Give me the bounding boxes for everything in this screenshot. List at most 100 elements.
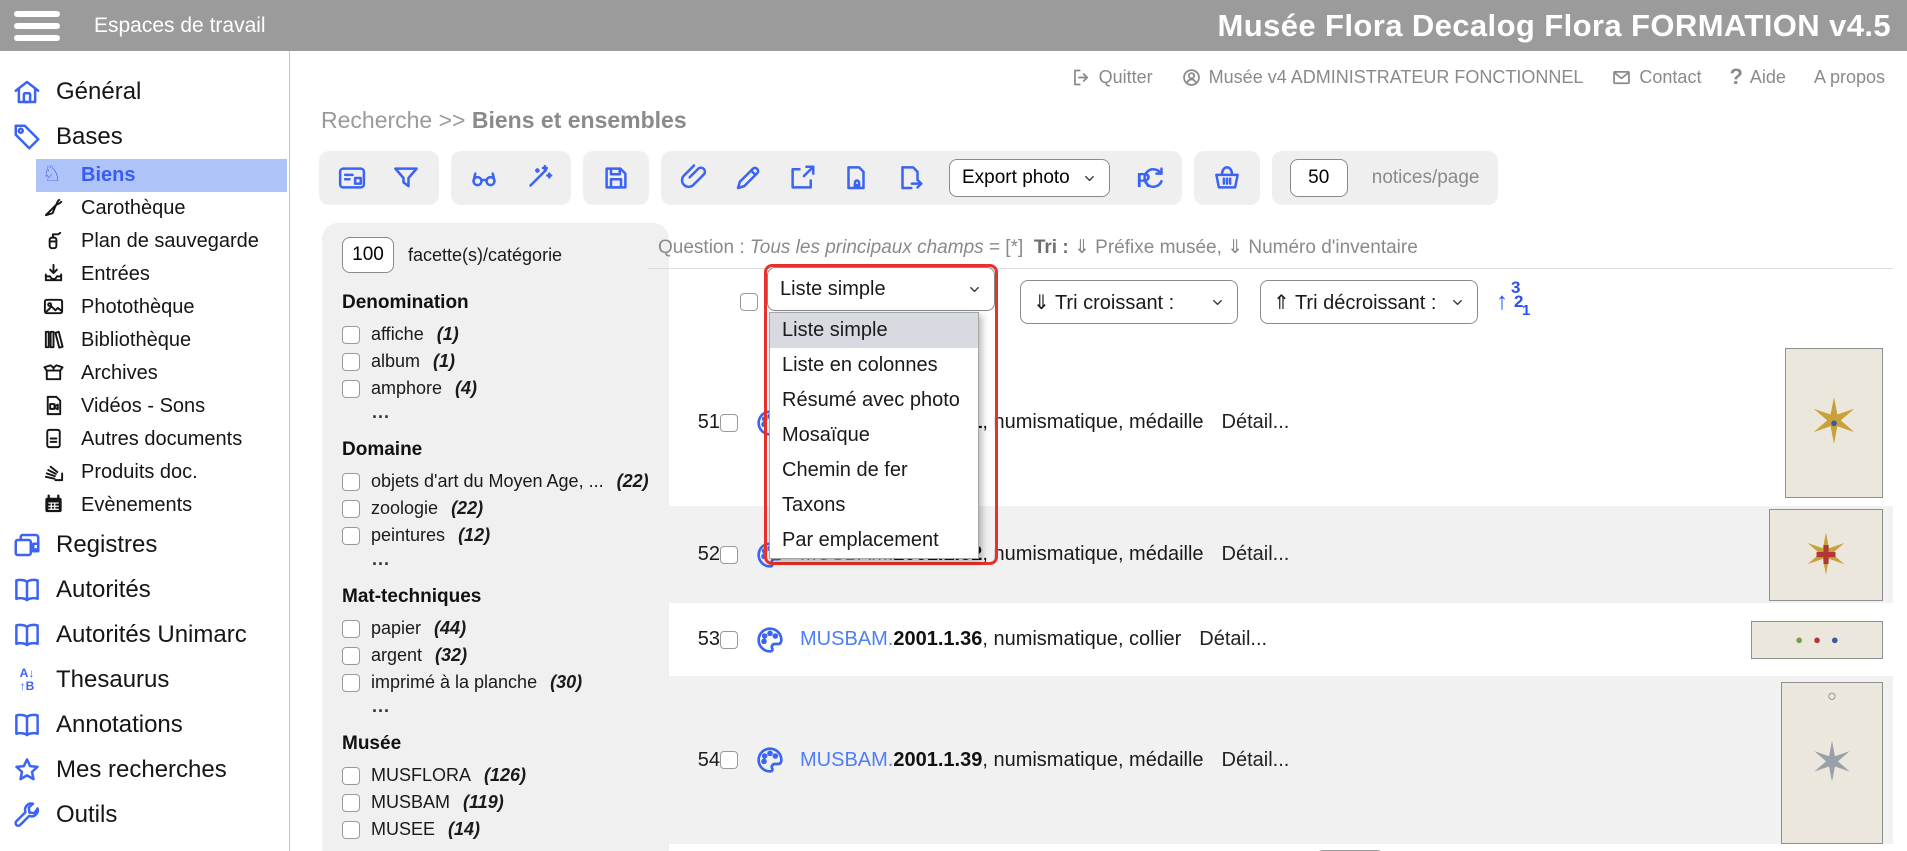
- open-book-icon: [10, 573, 44, 607]
- facet-more-link[interactable]: ...: [372, 696, 669, 716]
- select-all-checkbox[interactable]: [740, 293, 758, 311]
- save-button[interactable]: [601, 163, 631, 193]
- facets-per-category-input[interactable]: [342, 237, 394, 273]
- palette-icon[interactable]: [754, 624, 786, 656]
- export-photo-select[interactable]: Export photo: [949, 159, 1110, 197]
- view-option-liste-en-colonnes[interactable]: Liste en colonnes: [770, 348, 978, 383]
- document-lock-button[interactable]: [841, 163, 871, 193]
- sidebar-item-phototheque[interactable]: Photothèque: [36, 291, 289, 324]
- sidebar-item-evenements[interactable]: Evènements: [36, 489, 289, 522]
- search-form-button[interactable]: [337, 163, 367, 193]
- basket-button[interactable]: [1212, 163, 1242, 193]
- facet-checkbox[interactable]: [342, 673, 360, 692]
- sidebar-item-annotations[interactable]: Annotations: [0, 702, 289, 747]
- sort-descending-select[interactable]: ⇑ Tri décroissant :: [1260, 280, 1478, 324]
- view-mode-select[interactable]: Liste simple: [767, 267, 995, 311]
- edit-pen-button[interactable]: [733, 163, 763, 193]
- magic-wand-button[interactable]: [523, 163, 553, 193]
- row-checkbox[interactable]: [720, 545, 738, 564]
- hamburger-menu-icon[interactable]: [14, 10, 60, 41]
- help-link[interactable]: ? Aide: [1729, 64, 1785, 90]
- sidebar-item-biens[interactable]: ♘ Biens: [36, 159, 287, 192]
- sidebar-item-label: Bibliothèque: [81, 329, 192, 351]
- facet-item: zoologie (22): [342, 495, 669, 522]
- palette-icon[interactable]: [754, 744, 786, 776]
- calendar-icon: [42, 493, 68, 519]
- facet-checkbox[interactable]: [342, 352, 360, 371]
- paperclip-button[interactable]: [679, 163, 709, 193]
- row-checkbox[interactable]: [720, 413, 738, 432]
- sidebar-item-produits-doc[interactable]: Produits doc.: [36, 456, 289, 489]
- row-checkbox[interactable]: [720, 630, 738, 649]
- facet-more-link[interactable]: ...: [372, 402, 669, 422]
- notices-per-page-input[interactable]: [1289, 159, 1348, 197]
- sidebar-item-outils[interactable]: Outils: [0, 792, 289, 837]
- row-number: 52: [697, 543, 720, 565]
- facet-checkbox[interactable]: [342, 820, 360, 839]
- view-mode-dropdown: Liste simple Liste en colonnes Résumé av…: [769, 312, 979, 559]
- workspace-label[interactable]: Espaces de travail: [94, 14, 266, 38]
- view-option-liste-simple[interactable]: Liste simple: [770, 313, 978, 348]
- record-thumbnail[interactable]: ✶ ✚: [1769, 508, 1883, 601]
- about-link[interactable]: A propos: [1814, 67, 1885, 88]
- view-option-resume-avec-photo[interactable]: Résumé avec photo: [770, 383, 978, 418]
- sort-ascending-select[interactable]: ⇓ Tri croissant :: [1020, 280, 1238, 324]
- sidebar-item-archives[interactable]: Archives: [36, 357, 289, 390]
- facet-checkbox[interactable]: [342, 646, 360, 665]
- sidebar-item-carotheque[interactable]: Carothèque: [36, 192, 289, 225]
- sidebar-item-label: Entrées: [81, 263, 150, 285]
- view-option-chemin-de-fer[interactable]: Chemin de fer: [770, 453, 978, 488]
- reload-results-button[interactable]: R: [1134, 163, 1164, 193]
- sidebar-item-bases[interactable]: Bases: [0, 114, 289, 159]
- sidebar-item-autorites-unimarc[interactable]: Autorités Unimarc: [0, 612, 289, 657]
- facet-item: peintures (12): [342, 522, 669, 549]
- current-user[interactable]: Musée v4 ADMINISTRATEUR FONCTIONNEL: [1181, 67, 1583, 88]
- facet-item: MUSFLORA (126): [342, 762, 669, 789]
- facet-checkbox[interactable]: [342, 325, 360, 344]
- numbered-sort-icon[interactable]: 3 ↑ 2 1: [1496, 278, 1536, 325]
- facet-checkbox[interactable]: [342, 766, 360, 785]
- registers-icon: [10, 528, 44, 562]
- sidebar-item-label: Produits doc.: [81, 461, 198, 483]
- filter-button[interactable]: [391, 163, 421, 193]
- sidebar-item-plan-sauvegarde[interactable]: Plan de sauvegarde: [36, 225, 289, 258]
- sidebar-item-bibliotheque[interactable]: Bibliothèque: [36, 324, 289, 357]
- detail-link[interactable]: Détail...: [1222, 543, 1290, 566]
- facet-more-link[interactable]: ...: [372, 549, 669, 569]
- sidebar-item-thesaurus[interactable]: A↓ ↑B Thesaurus: [0, 657, 289, 702]
- record-thumbnail[interactable]: ✶ ●: [1785, 347, 1883, 498]
- record-thumbnail[interactable]: ○ ✶: [1781, 682, 1883, 844]
- sidebar-item-videos-sons[interactable]: Vidéos - Sons: [36, 390, 289, 423]
- view-glasses-button[interactable]: [469, 163, 499, 193]
- sidebar-item-entrees[interactable]: Entrées: [36, 258, 289, 291]
- facet-checkbox[interactable]: [342, 526, 360, 545]
- toolbar-group-basket: [1193, 151, 1260, 205]
- detail-link[interactable]: Détail...: [1199, 628, 1267, 651]
- facet-checkbox[interactable]: [342, 379, 360, 398]
- sidebar-item-autorites[interactable]: Autorités: [0, 567, 289, 612]
- facet-checkbox[interactable]: [342, 793, 360, 812]
- document-export-button[interactable]: [895, 163, 925, 193]
- view-option-mosaique[interactable]: Mosaïque: [770, 418, 978, 453]
- facet-checkbox[interactable]: [342, 619, 360, 638]
- sidebar-item-registres[interactable]: Registres: [0, 522, 289, 567]
- view-option-par-emplacement[interactable]: Par emplacement: [770, 523, 978, 558]
- facet-item: argent (32): [342, 642, 669, 669]
- detail-link[interactable]: Détail...: [1222, 749, 1290, 772]
- facet-checkbox[interactable]: [342, 472, 360, 491]
- view-option-taxons[interactable]: Taxons: [770, 488, 978, 523]
- row-number: 51: [697, 411, 720, 433]
- sidebar-item-mes-recherches[interactable]: Mes recherches: [0, 747, 289, 792]
- quit-link[interactable]: Quitter: [1071, 67, 1153, 88]
- record-thumbnail[interactable]: ● ● ●: [1751, 620, 1883, 659]
- sidebar-item-autres-documents[interactable]: Autres documents: [36, 423, 289, 456]
- row-checkbox[interactable]: [720, 751, 738, 769]
- facet-checkbox[interactable]: [342, 499, 360, 518]
- record-link[interactable]: MUSBAM.2001.1.36, numismatique, collier: [800, 628, 1181, 651]
- record-link[interactable]: MUSBAM.2001.1.39, numismatique, médaille: [800, 749, 1204, 772]
- contact-link[interactable]: Contact: [1611, 67, 1701, 88]
- detail-link[interactable]: Détail...: [1222, 411, 1290, 434]
- sidebar-item-general[interactable]: Général: [0, 69, 289, 114]
- open-external-button[interactable]: [787, 163, 817, 193]
- sidebar-item-label: Biens: [81, 164, 136, 186]
